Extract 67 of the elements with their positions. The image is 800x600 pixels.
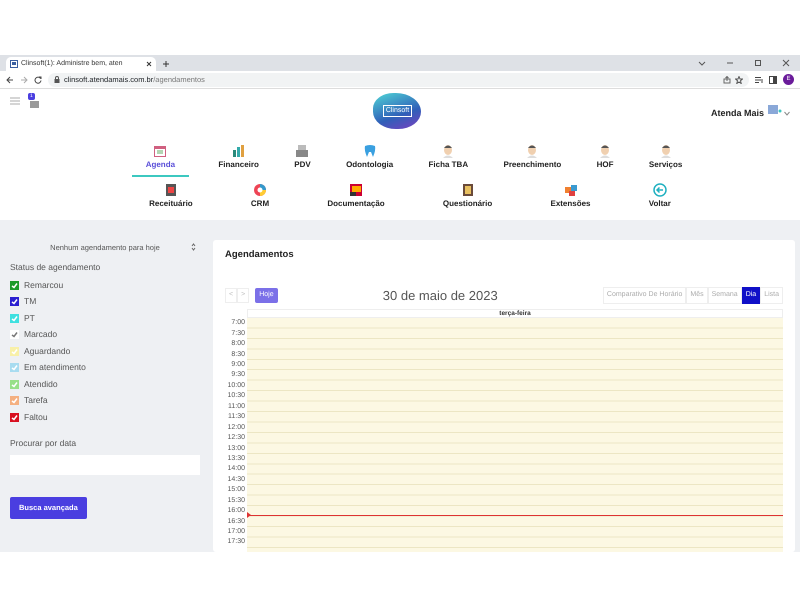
section-label: Status de agendamento	[10, 261, 102, 274]
user-name[interactable]: Atenda Mais	[710, 107, 764, 120]
module-link[interactable]: Voltar	[642, 183, 677, 216]
status-label: Em atendimento	[24, 361, 86, 374]
calendar-date: 30 de maio de 2023	[382, 286, 499, 304]
status-label: Faltou	[24, 410, 48, 424]
field-label: Procurar por data	[10, 436, 78, 450]
tooth-icon	[362, 144, 377, 158]
chevron-down-icon[interactable]	[784, 111, 790, 116]
status-checkbox[interactable]	[10, 346, 19, 356]
cash-register-icon	[295, 144, 310, 158]
face-icon	[658, 144, 673, 158]
module-link[interactable]: Receituário	[143, 183, 199, 216]
status-checkbox[interactable]	[10, 297, 19, 306]
side-panel-icon[interactable]	[769, 76, 777, 84]
playlist-icon[interactable]	[755, 76, 763, 84]
face-icon	[598, 144, 612, 158]
module-link[interactable]: Documentação	[321, 183, 391, 216]
module-link[interactable]: PDV	[288, 144, 317, 177]
page-icon	[10, 60, 18, 68]
share-icon[interactable]	[723, 76, 731, 84]
status-label: TM	[24, 295, 36, 308]
maximize-icon[interactable]	[754, 59, 762, 67]
module-link[interactable]: Questionário	[436, 183, 498, 216]
current-time-arrow-icon	[247, 512, 251, 518]
module-link[interactable]: Preenchimento	[497, 144, 568, 177]
module-link[interactable]: Odontologia	[340, 144, 400, 177]
back-icon[interactable]	[6, 76, 14, 84]
chevron-down-icon[interactable]	[698, 59, 706, 67]
status-label: Atendido	[24, 378, 58, 391]
module-link[interactable]: Extensões	[544, 183, 597, 216]
face-icon	[525, 144, 540, 158]
plus-icon[interactable]	[162, 60, 170, 68]
module-link[interactable]: Financeiro	[212, 144, 265, 177]
status-checkbox[interactable]	[10, 363, 19, 372]
module-link[interactable]: Agenda	[132, 144, 190, 177]
star-icon[interactable]	[735, 76, 743, 84]
module-link[interactable]: Ficha TBA	[422, 144, 474, 177]
card-title: Agendamentos	[225, 248, 295, 262]
status-label: PT	[24, 312, 35, 325]
close-icon[interactable]	[146, 61, 152, 67]
book-icon	[460, 183, 475, 197]
mail-icon[interactable]	[30, 100, 39, 108]
status-checkbox[interactable]	[10, 396, 19, 406]
clipboard-icon	[164, 183, 178, 197]
puzzle-icon	[564, 183, 578, 197]
status-checkbox[interactable]	[10, 330, 19, 340]
module-link[interactable]: CRM	[244, 183, 276, 216]
status-label: Aguardando	[24, 344, 70, 358]
status-label: Tarefa	[24, 394, 48, 408]
close-icon[interactable]	[782, 59, 790, 67]
module-link[interactable]: Serviços	[642, 144, 688, 177]
chart-icon	[232, 144, 246, 158]
status-checkbox[interactable]	[10, 280, 19, 290]
face-icon	[441, 144, 456, 158]
folder-icon	[349, 183, 364, 197]
status-checkbox[interactable]	[10, 314, 19, 323]
status-label: Marcado	[24, 328, 58, 342]
status-label: Remarcou	[24, 278, 64, 292]
status-checkbox[interactable]	[10, 412, 19, 422]
reload-icon[interactable]	[34, 76, 42, 84]
sort-icon	[191, 243, 196, 251]
calendar-icon	[153, 144, 168, 158]
status-checkbox[interactable]	[10, 380, 19, 389]
lock-icon	[54, 76, 60, 83]
color-wheel-icon	[253, 183, 268, 197]
module-link[interactable]: HOF	[590, 144, 620, 177]
